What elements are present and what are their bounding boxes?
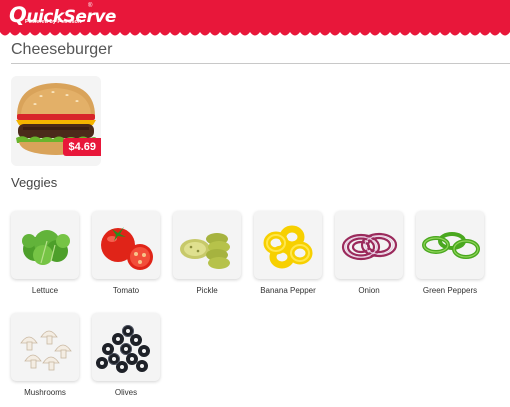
- logo-q-letter: Q: [9, 3, 27, 27]
- veggie-label: Pickle: [196, 286, 218, 295]
- logo-tagline: Powered by Petrosoft: [25, 19, 82, 25]
- veggie-label: Mushrooms: [24, 388, 66, 397]
- onion-image: [341, 232, 398, 261]
- title-divider: [11, 63, 510, 64]
- header-scallop-edge: [0, 30, 510, 36]
- veggie-tile-lettuce[interactable]: [11, 211, 79, 279]
- veggie-tile-olives[interactable]: [92, 313, 160, 381]
- veggie-tile-tomato[interactable]: [92, 211, 160, 279]
- banana-pepper-image: [263, 225, 313, 269]
- green-pepper-image: [422, 232, 480, 259]
- app-header: QuickServe ® Powered by Petrosoft: [0, 0, 510, 32]
- veggie-tile-pickle[interactable]: [173, 211, 241, 279]
- mushroom-image: [20, 330, 72, 371]
- veggie-tile-green-peppers[interactable]: [416, 211, 484, 279]
- veggie-tile-mushrooms[interactable]: [11, 313, 79, 381]
- section-heading-veggies: Veggies: [11, 175, 58, 190]
- pickle-image: [180, 233, 230, 269]
- veggie-label: Banana Pepper: [260, 286, 316, 295]
- veggie-label: Olives: [114, 388, 138, 397]
- veggie-tile-onion[interactable]: [335, 211, 403, 279]
- lettuce-image: [22, 230, 70, 265]
- tomato-image: [101, 227, 153, 270]
- product-tile-cheeseburger[interactable]: $4.69: [11, 76, 101, 166]
- price-badge: $4.69: [63, 138, 101, 156]
- veggie-label: Onion: [358, 286, 380, 295]
- olive-image: [96, 325, 150, 373]
- veggie-label: Green Peppers: [422, 286, 478, 295]
- page-title: Cheeseburger: [11, 41, 113, 58]
- logo-trademark: ®: [88, 3, 93, 9]
- veggie-label: Tomato: [112, 286, 140, 295]
- veggie-label: Lettuce: [31, 286, 59, 295]
- veggie-tile-banana-pepper[interactable]: [254, 211, 322, 279]
